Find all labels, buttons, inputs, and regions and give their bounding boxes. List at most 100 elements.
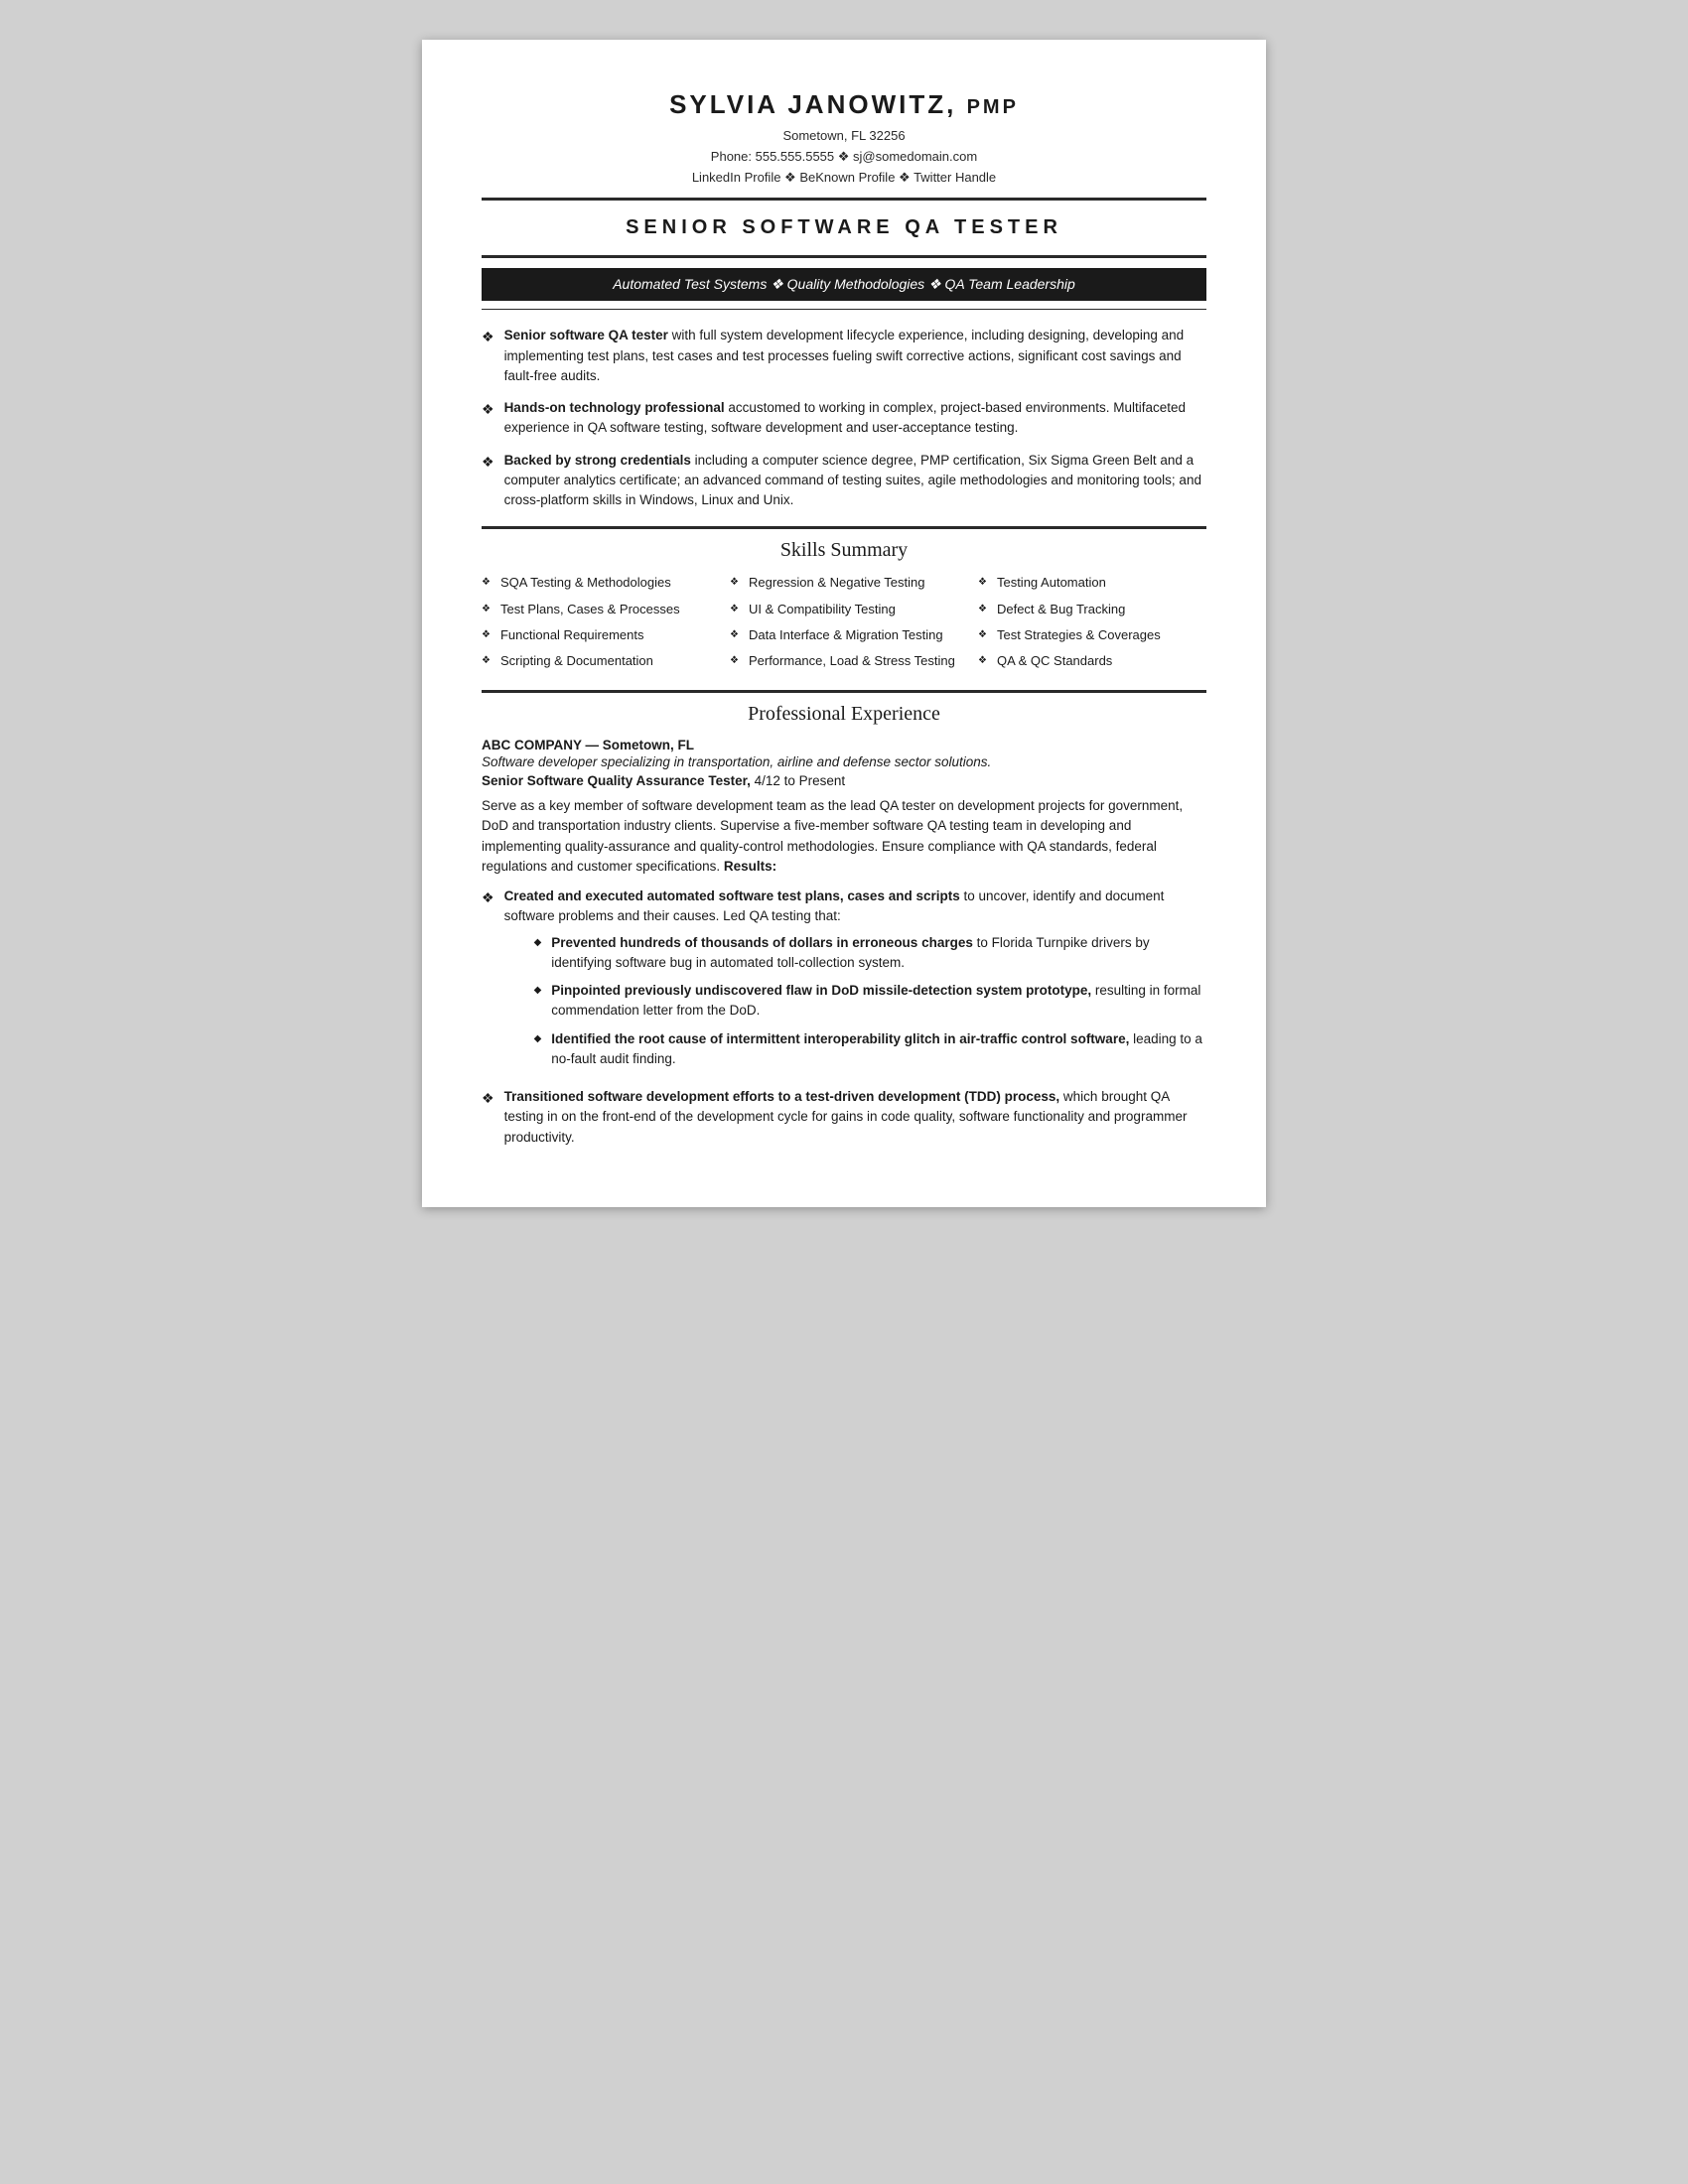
name-text: SYLVIA JANOWITZ, (669, 89, 956, 119)
skills-col-2: ❖ Regression & Negative Testing ❖ UI & C… (730, 574, 958, 678)
address-text: Sometown, FL 32256 (782, 128, 905, 143)
skill-diamond-11: ❖ (978, 628, 987, 642)
skill-item-2: ❖ Test Plans, Cases & Processes (482, 601, 710, 618)
job-title-line: Senior Software Quality Assurance Tester… (482, 773, 1206, 788)
skill-diamond-12: ❖ (978, 654, 987, 668)
job-title-bold: Senior Software Quality Assurance Tester… (482, 773, 751, 788)
skill-item-9: ❖ Testing Automation (978, 574, 1206, 592)
sub-bold-1-1: Prevented hundreds of thousands of dolla… (551, 935, 973, 950)
header-divider-top (482, 198, 1206, 201)
skill-diamond-8: ❖ (730, 654, 739, 668)
skills-grid: ❖ SQA Testing & Methodologies ❖ Test Pla… (482, 574, 1206, 678)
summary-text-1: Senior software QA tester with full syst… (504, 326, 1206, 386)
job-title-bar: SENIOR SOFTWARE QA TESTER (482, 210, 1206, 245)
skill-item-4: ❖ Scripting & Documentation (482, 652, 710, 670)
skill-text-7: Data Interface & Migration Testing (749, 626, 943, 644)
diamond-icon-2: ❖ (482, 399, 494, 420)
company-text: ABC COMPANY — Sometown, FL (482, 738, 694, 752)
exp-title: Professional Experience (482, 703, 1206, 726)
company-tagline-text: Software developer specializing in trans… (482, 754, 991, 769)
skill-text-10: Defect & Bug Tracking (997, 601, 1125, 618)
skill-text-5: Regression & Negative Testing (749, 574, 925, 592)
skill-item-11: ❖ Test Strategies & Coverages (978, 626, 1206, 644)
summary-bullet-1: ❖ Senior software QA tester with full sy… (482, 326, 1206, 386)
skill-diamond-9: ❖ (978, 576, 987, 590)
skills-divider-top (482, 526, 1206, 529)
skills-title: Skills Summary (482, 539, 1206, 562)
skills-col-1: ❖ SQA Testing & Methodologies ❖ Test Pla… (482, 574, 710, 678)
summary-bullet-2: ❖ Hands-on technology professional accus… (482, 398, 1206, 439)
exp-diamond-2: ❖ (482, 1088, 494, 1109)
company-name: ABC COMPANY — Sometown, FL (482, 738, 1206, 752)
skill-diamond-3: ❖ (482, 628, 491, 642)
skill-text-2: Test Plans, Cases & Processes (500, 601, 680, 618)
skill-item-10: ❖ Defect & Bug Tracking (978, 601, 1206, 618)
skill-item-1: ❖ SQA Testing & Methodologies (482, 574, 710, 592)
skill-text-4: Scripting & Documentation (500, 652, 653, 670)
skill-diamond-6: ❖ (730, 603, 739, 616)
address-line: Sometown, FL 32256 (482, 126, 1206, 147)
skill-text-11: Test Strategies & Coverages (997, 626, 1161, 644)
skill-item-8: ❖ Performance, Load & Stress Testing (730, 652, 958, 670)
tagline-bar: Automated Test Systems ❖ Quality Methodo… (482, 268, 1206, 301)
skill-item-7: ❖ Data Interface & Migration Testing (730, 626, 958, 644)
skill-item-5: ❖ Regression & Negative Testing (730, 574, 958, 592)
sub-bullet-1-1: ◆ Prevented hundreds of thousands of dol… (534, 933, 1206, 974)
sub-bold-1-3: Identified the root cause of intermitten… (551, 1031, 1129, 1046)
exp-title-text: Professional Experience (748, 703, 940, 725)
sub-bullet-1-1-text: Prevented hundreds of thousands of dolla… (551, 933, 1206, 974)
job-desc-text: Serve as a key member of software develo… (482, 798, 1183, 874)
skill-diamond-2: ❖ (482, 603, 491, 616)
summary-bold-2: Hands-on technology professional (504, 400, 725, 415)
links-line: LinkedIn Profile ❖ BeKnown Profile ❖ Twi… (482, 168, 1206, 189)
links-text: LinkedIn Profile ❖ BeKnown Profile ❖ Twi… (692, 170, 996, 185)
exp-bullet-1: ❖ Created and executed automated softwar… (482, 887, 1206, 1077)
sub-diamond-1-2: ◆ (534, 983, 542, 998)
phone-text: Phone: 555.555.5555 ❖ sj@somedomain.com (711, 149, 977, 164)
skill-diamond-10: ❖ (978, 603, 987, 616)
skill-text-9: Testing Automation (997, 574, 1106, 592)
skill-diamond-1: ❖ (482, 576, 491, 590)
skill-text-12: QA & QC Standards (997, 652, 1112, 670)
sub-bullets-1: ◆ Prevented hundreds of thousands of dol… (534, 933, 1206, 1070)
diamond-icon-3: ❖ (482, 452, 494, 473)
sub-diamond-1-1: ◆ (534, 935, 542, 950)
sub-bullet-1-2: ◆ Pinpointed previously undiscovered fla… (534, 981, 1206, 1022)
skill-diamond-5: ❖ (730, 576, 739, 590)
candidate-name: SYLVIA JANOWITZ, PMP (482, 89, 1206, 120)
exp-bullet-1-content: Created and executed automated software … (504, 887, 1206, 1077)
summary-section: ❖ Senior software QA tester with full sy… (482, 326, 1206, 510)
diamond-icon-1: ❖ (482, 327, 494, 347)
summary-text-2: Hands-on technology professional accusto… (504, 398, 1206, 439)
skills-col-3: ❖ Testing Automation ❖ Defect & Bug Trac… (978, 574, 1206, 678)
exp-bullet-2-text: Transitioned software development effort… (504, 1087, 1206, 1148)
experience-section: Professional Experience ABC COMPANY — So… (482, 703, 1206, 1148)
exp-bold-2: Transitioned software development effort… (504, 1089, 1060, 1104)
credential-text: PMP (967, 96, 1019, 118)
tagline-text: Automated Test Systems ❖ Quality Methodo… (613, 276, 1075, 292)
skills-section: Skills Summary ❖ SQA Testing & Methodolo… (482, 539, 1206, 678)
skill-text-6: UI & Compatibility Testing (749, 601, 896, 618)
exp-bullet-2: ❖ Transitioned software development effo… (482, 1087, 1206, 1148)
job-dates: 4/12 to Present (751, 773, 845, 788)
exp-divider-top (482, 690, 1206, 693)
results-label: Results: (724, 859, 776, 874)
skill-text-3: Functional Requirements (500, 626, 644, 644)
sub-bullet-1-3-text: Identified the root cause of intermitten… (551, 1029, 1206, 1070)
header-divider-bottom (482, 255, 1206, 258)
skill-text-8: Performance, Load & Stress Testing (749, 652, 955, 670)
skill-item-3: ❖ Functional Requirements (482, 626, 710, 644)
skill-text-1: SQA Testing & Methodologies (500, 574, 671, 592)
sub-bold-1-2: Pinpointed previously undiscovered flaw … (551, 983, 1091, 998)
skill-diamond-7: ❖ (730, 628, 739, 642)
skill-item-6: ❖ UI & Compatibility Testing (730, 601, 958, 618)
skill-diamond-4: ❖ (482, 654, 491, 668)
skill-item-12: ❖ QA & QC Standards (978, 652, 1206, 670)
resume-page: SYLVIA JANOWITZ, PMP Sometown, FL 32256 … (422, 40, 1266, 1207)
summary-bold-3: Backed by strong credentials (504, 453, 691, 468)
sub-diamond-1-3: ◆ (534, 1031, 542, 1046)
phone-line: Phone: 555.555.5555 ❖ sj@somedomain.com (482, 147, 1206, 168)
sub-bullet-1-2-text: Pinpointed previously undiscovered flaw … (551, 981, 1206, 1022)
job-title-text: SENIOR SOFTWARE QA TESTER (626, 216, 1062, 238)
summary-text-3: Backed by strong credentials including a… (504, 451, 1206, 511)
